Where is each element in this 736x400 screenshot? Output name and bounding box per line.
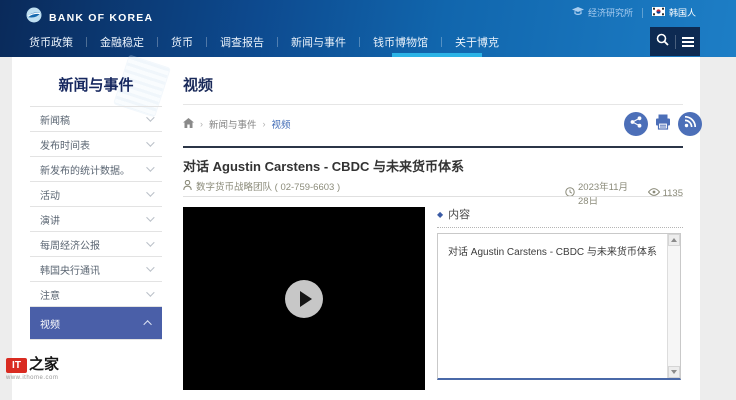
sidebar-item-press-releases[interactable]: 新闻稿 bbox=[30, 106, 162, 131]
clock-icon bbox=[565, 187, 575, 200]
sidebar-item-weekly-bulletin[interactable]: 每周经济公报 bbox=[30, 231, 162, 256]
menu-button[interactable] bbox=[676, 27, 701, 56]
arrow-up-icon bbox=[671, 238, 677, 242]
sidebar-item-release-schedule[interactable]: 发布时间表 bbox=[30, 131, 162, 156]
play-button-icon[interactable] bbox=[285, 280, 323, 318]
video-player[interactable] bbox=[183, 207, 425, 390]
share-toolbar bbox=[624, 112, 702, 136]
rss-icon bbox=[684, 115, 696, 133]
sidebar-title: 新闻与事件 bbox=[30, 62, 162, 106]
chevron-down-icon bbox=[146, 238, 154, 246]
main-nav: 货币政策 金融稳定 货币 调查报告 新闻与事件 钱币博物馆 关于博克 bbox=[16, 29, 512, 54]
printer-icon bbox=[654, 113, 672, 136]
nav-tools bbox=[650, 27, 700, 56]
nav-monetary-policy[interactable]: 货币政策 bbox=[16, 34, 86, 50]
nav-news-events[interactable]: 新闻与事件 bbox=[278, 34, 359, 50]
search-icon bbox=[656, 33, 669, 51]
nav-currency[interactable]: 货币 bbox=[158, 34, 206, 50]
chevron-down-icon bbox=[146, 163, 154, 171]
section-top-border bbox=[183, 146, 683, 148]
chevron-down-icon bbox=[146, 213, 154, 221]
chevron-down-icon bbox=[146, 288, 154, 296]
share-icon bbox=[630, 115, 642, 133]
economic-research-link[interactable]: 经济研究所 bbox=[572, 6, 633, 19]
nav-financial-stability[interactable]: 金融稳定 bbox=[87, 34, 157, 50]
ithome-url: www.ithome.com bbox=[6, 375, 59, 381]
language-selector[interactable]: 韩国人 bbox=[652, 6, 696, 19]
scrollbar[interactable] bbox=[667, 234, 680, 378]
sidebar-menu: 新闻稿 发布时间表 新发布的统计数据。 活动 演讲 每周经济公报 韩国央行通讯 … bbox=[30, 106, 162, 340]
utility-links: 经济研究所 韩国人 bbox=[572, 6, 696, 19]
bok-video-page: BANK OF KOREA 经济研究所 bbox=[0, 0, 736, 400]
nav-research-reports[interactable]: 调查报告 bbox=[207, 34, 277, 50]
graduation-cap-icon bbox=[572, 7, 584, 18]
sidebar-item-events[interactable]: 活动 bbox=[30, 181, 162, 206]
person-icon bbox=[183, 180, 192, 193]
scroll-up-button[interactable] bbox=[668, 234, 680, 246]
publish-date: 2023年11月28日 bbox=[565, 179, 638, 207]
chevron-down-icon bbox=[146, 188, 154, 196]
sidebar-item-new-statistics[interactable]: 新发布的统计数据。 bbox=[30, 156, 162, 181]
sidebar-item-notice[interactable]: 注意 bbox=[30, 281, 162, 306]
home-icon[interactable] bbox=[183, 118, 194, 131]
scroll-down-button[interactable] bbox=[668, 366, 680, 378]
rss-button[interactable] bbox=[678, 112, 702, 136]
content-panel-header: ◆ 内容 bbox=[437, 206, 470, 222]
chevron-down-icon bbox=[146, 138, 154, 146]
ithome-logo-badge: IT bbox=[6, 358, 27, 373]
utility-divider bbox=[642, 8, 643, 18]
sidebar-item-speeches[interactable]: 演讲 bbox=[30, 206, 162, 231]
diamond-bullet-icon: ◆ bbox=[437, 210, 443, 219]
content-text: 对话 Agustin Carstens - CBDC 与未来货币体系 bbox=[448, 246, 660, 260]
article-meta: 2023年11月28日 1135 bbox=[565, 179, 683, 207]
bok-globe-icon bbox=[26, 7, 42, 28]
dotted-divider bbox=[437, 227, 683, 228]
hamburger-icon bbox=[682, 35, 694, 49]
article-department: 数字货币战略团队 ( 02-759-6603 ) bbox=[183, 179, 340, 193]
breadcrumb-separator: › bbox=[263, 119, 266, 129]
breadcrumb-videos[interactable]: 视频 bbox=[272, 117, 291, 131]
search-button[interactable] bbox=[650, 27, 675, 56]
breadcrumb-news-events[interactable]: 新闻与事件 bbox=[209, 117, 257, 131]
divider bbox=[183, 196, 683, 197]
chevron-down-icon bbox=[146, 113, 154, 121]
ithome-watermark: IT 之家 www.ithome.com bbox=[6, 358, 59, 381]
article-title: 对话 Agustin Carstens - CBDC 与未来货币体系 bbox=[183, 156, 464, 175]
sidebar-item-videos[interactable]: 视频 bbox=[30, 306, 162, 340]
arrow-down-icon bbox=[671, 370, 677, 374]
page-title: 视频 bbox=[183, 74, 213, 95]
nav-money-museum[interactable]: 钱币博物馆 bbox=[360, 34, 441, 50]
content-panel-label: 内容 bbox=[448, 206, 470, 222]
chevron-up-icon bbox=[143, 320, 151, 328]
korea-flag-icon bbox=[652, 7, 665, 18]
nav-about-bok[interactable]: 关于博克 bbox=[442, 34, 512, 50]
divider bbox=[183, 104, 683, 105]
print-button[interactable] bbox=[652, 112, 674, 136]
sidebar-item-bok-newsletter[interactable]: 韩国央行通讯 bbox=[30, 256, 162, 281]
content-textarea[interactable]: 对话 Agustin Carstens - CBDC 与未来货币体系 bbox=[437, 233, 681, 380]
chevron-down-icon bbox=[146, 263, 154, 271]
share-button[interactable] bbox=[624, 112, 648, 136]
breadcrumb: › 新闻与事件 › 视频 bbox=[183, 117, 291, 131]
logo-text: BANK OF KOREA bbox=[49, 12, 153, 24]
bank-of-korea-logo[interactable]: BANK OF KOREA bbox=[26, 7, 153, 28]
ithome-logo-text: 之家 bbox=[29, 358, 59, 373]
breadcrumb-separator: › bbox=[200, 119, 203, 129]
header: BANK OF KOREA 经济研究所 bbox=[0, 0, 736, 57]
